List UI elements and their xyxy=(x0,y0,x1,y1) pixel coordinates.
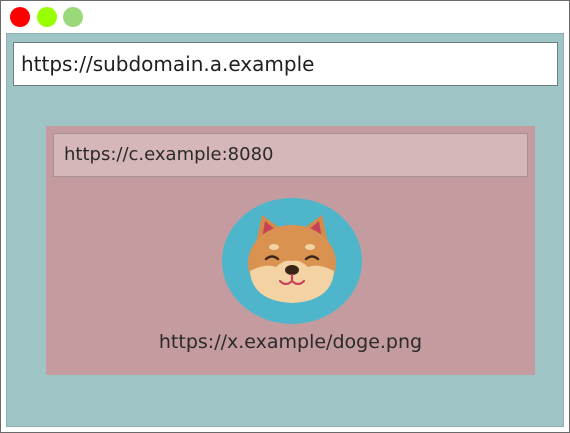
browser-window: https://subdomain.a.example https://c.ex… xyxy=(0,0,570,433)
iframe-address-bar: https://c.example:8080 xyxy=(53,133,528,177)
embedded-iframe: https://c.example:8080 https://x.example… xyxy=(46,126,535,375)
close-window-button[interactable] xyxy=(10,7,30,27)
image-source-url: https://x.example/doge.png xyxy=(158,331,423,353)
title-bar xyxy=(1,1,569,33)
page-viewport: https://subdomain.a.example https://c.ex… xyxy=(6,33,564,427)
shiba-dog-icon xyxy=(222,198,362,324)
maximize-window-button[interactable] xyxy=(63,7,83,27)
address-bar[interactable]: https://subdomain.a.example xyxy=(13,42,558,86)
minimize-window-button[interactable] xyxy=(37,7,57,27)
